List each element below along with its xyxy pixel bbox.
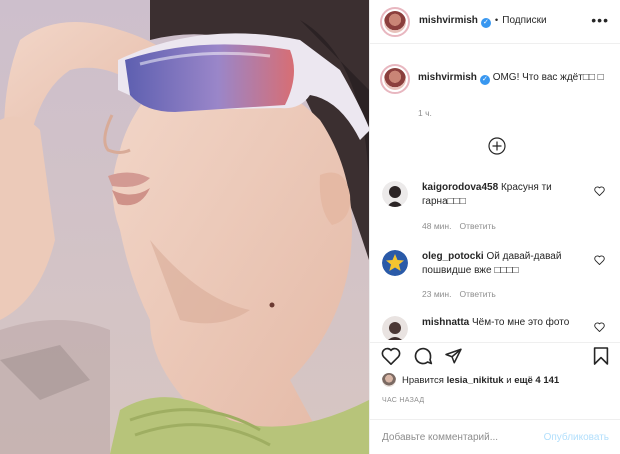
liker-username[interactable]: lesia_nikituk <box>447 375 504 386</box>
post-side-panel: mishvirmish ✓ • Подписки ••• mishvirmish ✓ O… <box>369 0 620 454</box>
verified-badge-icon: ✓ <box>480 18 491 28</box>
caption-username[interactable]: mishvirmish <box>418 72 477 83</box>
comment-time: 23 мин. <box>422 289 452 299</box>
caption-avatar[interactable] <box>380 64 410 94</box>
author-username[interactable]: mishvirmish <box>419 15 478 26</box>
like-comment-heart-icon[interactable] <box>594 186 605 196</box>
commenter-avatar[interactable] <box>382 250 408 276</box>
verified-badge-icon: ✓ <box>479 75 490 85</box>
liker-avatar[interactable] <box>382 373 396 387</box>
comment-bubble-icon[interactable] <box>413 346 433 366</box>
more-options-icon[interactable]: ••• <box>591 13 609 27</box>
publish-button[interactable]: Опубликовать <box>544 432 609 443</box>
caption-text: OMG! Что вас ждёт□□ □ <box>492 72 604 83</box>
like-heart-icon[interactable] <box>381 347 401 365</box>
share-direct-icon[interactable] <box>444 347 463 365</box>
like-comment-heart-icon[interactable] <box>594 322 605 332</box>
comment-time: 48 мин. <box>422 221 452 231</box>
post-timestamp: ЧАС НАЗАД <box>382 397 425 404</box>
post-actions-bar <box>370 342 620 372</box>
post-caption: mishvirmish ✓ OMG! Что вас ждёт□□ □ 1 ч. <box>380 64 615 118</box>
following-button[interactable]: Подписки <box>502 15 546 26</box>
likes-prefix: Нравится <box>402 374 444 386</box>
reply-button[interactable]: Ответить <box>459 221 495 231</box>
commenter-username[interactable]: oleg_potocki <box>422 251 484 262</box>
likes-and: и <box>506 374 512 386</box>
comment-text: Чём-то мне это фото <box>472 317 570 328</box>
portrait-illustration <box>0 0 369 454</box>
likes-summary: Нравится lesia_nikituk и ещё 4 141 <box>382 373 559 387</box>
comment-item: mishnatta Чём-то мне это фото <box>370 316 620 340</box>
commenter-username[interactable]: kaigorodova458 <box>422 182 498 193</box>
load-more-comments-icon[interactable] <box>488 137 506 155</box>
post-header: mishvirmish ✓ • Подписки ••• <box>370 0 620 44</box>
comment-input[interactable]: Добавьте комментарий... <box>382 432 498 443</box>
author-avatar[interactable] <box>380 6 410 37</box>
caption-time: 1 ч. <box>418 108 432 118</box>
separator-dot: • <box>494 15 499 26</box>
commenter-username[interactable]: mishnatta <box>422 317 469 328</box>
likes-count[interactable]: ещё 4 141 <box>514 375 559 386</box>
reply-button[interactable]: Ответить <box>459 289 495 299</box>
save-bookmark-icon[interactable] <box>593 346 609 366</box>
instagram-post: mishvirmish ✓ • Подписки ••• mishvirmish ✓ O… <box>0 0 620 454</box>
like-comment-heart-icon[interactable] <box>594 255 605 265</box>
commenter-avatar[interactable] <box>382 181 408 207</box>
commenter-avatar[interactable] <box>382 316 408 340</box>
add-comment-bar: Добавьте комментарий... Опубликовать <box>370 419 620 454</box>
post-photo[interactable] <box>0 0 369 454</box>
